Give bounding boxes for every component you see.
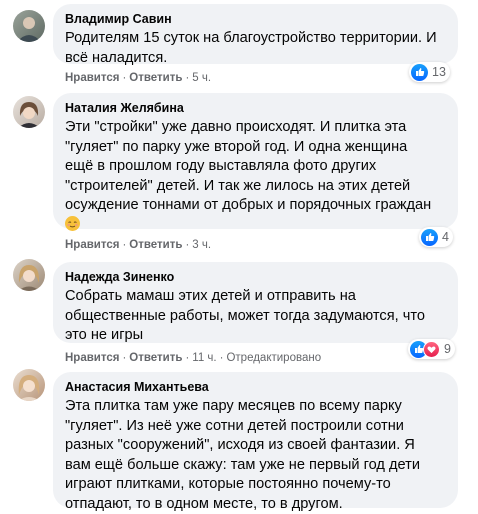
comment-text: Эти "стройки" уже давно происходят. И пл… (65, 118, 446, 235)
avatar[interactable] (13, 96, 45, 128)
comment-line: общественные работы, может тогда задумаю… (65, 307, 446, 327)
comment-line: отпадают, то в одном месте, то в другом. (65, 495, 446, 514)
separator: · (217, 352, 227, 364)
reaction-count: 13 (432, 65, 446, 79)
separator: · (119, 352, 129, 364)
comment-bubble: Анастасия Михантьева Эта плитка там уже … (53, 372, 458, 508)
comment-author[interactable]: Владимир Савин (65, 11, 446, 27)
comment-line: Эти "стройки" уже давно происходят. И пл… (65, 118, 446, 138)
separator: · (182, 72, 192, 84)
comment-text: Собрать мамаш этих детей и отправить на … (65, 287, 446, 346)
thumbs-up-icon (411, 64, 428, 81)
comment-text: Родителям 15 суток на благоустройство те… (65, 29, 446, 68)
comment-line: осуждение тоннами от добрых и порядочных… (65, 196, 446, 216)
separator: · (119, 239, 129, 251)
comment-line: всё наладится. (65, 49, 446, 69)
timestamp[interactable]: 3 ч. (192, 239, 211, 251)
comment-line: разных "сооружений", исходя из своей фан… (65, 436, 446, 456)
comment-text: Эта плитка там уже пару месяцев по всему… (65, 397, 446, 514)
comment-line: Собрать мамаш этих детей и отправить на (65, 287, 446, 307)
comment-author[interactable]: Наталия Желябина (65, 100, 446, 116)
timestamp[interactable]: 5 ч. (192, 72, 211, 84)
comment-line: "гуляет". Из неё уже сотни детей построи… (65, 417, 446, 437)
reaction-summary[interactable]: 4 (419, 227, 453, 247)
separator: · (182, 352, 192, 364)
comment-line: ещё в прошлом году выставляла фото други… (65, 157, 446, 177)
reply-link[interactable]: Ответить (129, 352, 182, 364)
relieved-face-icon (65, 216, 80, 231)
heart-icon (423, 341, 440, 358)
like-link[interactable]: Нравится (65, 352, 119, 364)
comment-actions: Нравится·Ответить·11 ч.·Отредактировано (65, 351, 321, 365)
like-link[interactable]: Нравится (65, 239, 119, 251)
separator: · (182, 239, 192, 251)
comment-line: Эта плитка там уже пару месяцев по всему… (65, 397, 446, 417)
comment-line: играют плитками, которые постоянно почем… (65, 475, 446, 495)
comment-author[interactable]: Анастасия Михантьева (65, 379, 446, 395)
reaction-count: 9 (444, 342, 451, 356)
comment-line: "строителей" детей. И так же лилось на э… (65, 177, 446, 197)
avatar[interactable] (13, 10, 45, 42)
avatar[interactable] (13, 259, 45, 291)
reaction-summary[interactable]: 9 (408, 339, 455, 359)
comment-bubble: Владимир Савин Родителям 15 суток на бла… (53, 4, 458, 64)
comment-line: Родителям 15 суток на благоустройство те… (65, 29, 446, 49)
avatar[interactable] (13, 369, 45, 401)
comment-line: "гуляет" по парку уже второй год. И одна… (65, 138, 446, 158)
reply-link[interactable]: Ответить (129, 72, 182, 84)
like-link[interactable]: Нравится (65, 72, 119, 84)
separator: · (119, 72, 129, 84)
reaction-summary[interactable]: 13 (409, 62, 450, 82)
comment-line: вам ещё больше скажу: там уже не первый … (65, 456, 446, 476)
reply-link[interactable]: Ответить (129, 239, 182, 251)
comment-actions: Нравится·Ответить·5 ч. (65, 71, 211, 85)
comment-line: это не игры (65, 326, 446, 346)
timestamp[interactable]: 11 ч. (192, 352, 216, 364)
reaction-count: 4 (442, 230, 449, 244)
comment-bubble: Надежда Зиненко Собрать мамаш этих детей… (53, 262, 458, 343)
edited-label[interactable]: Отредактировано (226, 352, 321, 364)
comment-actions: Нравится·Ответить·3 ч. (65, 238, 211, 252)
comment-bubble: Наталия Желябина Эти "стройки" уже давно… (53, 93, 458, 229)
thumbs-up-icon (421, 229, 438, 246)
comment-author[interactable]: Надежда Зиненко (65, 269, 446, 285)
